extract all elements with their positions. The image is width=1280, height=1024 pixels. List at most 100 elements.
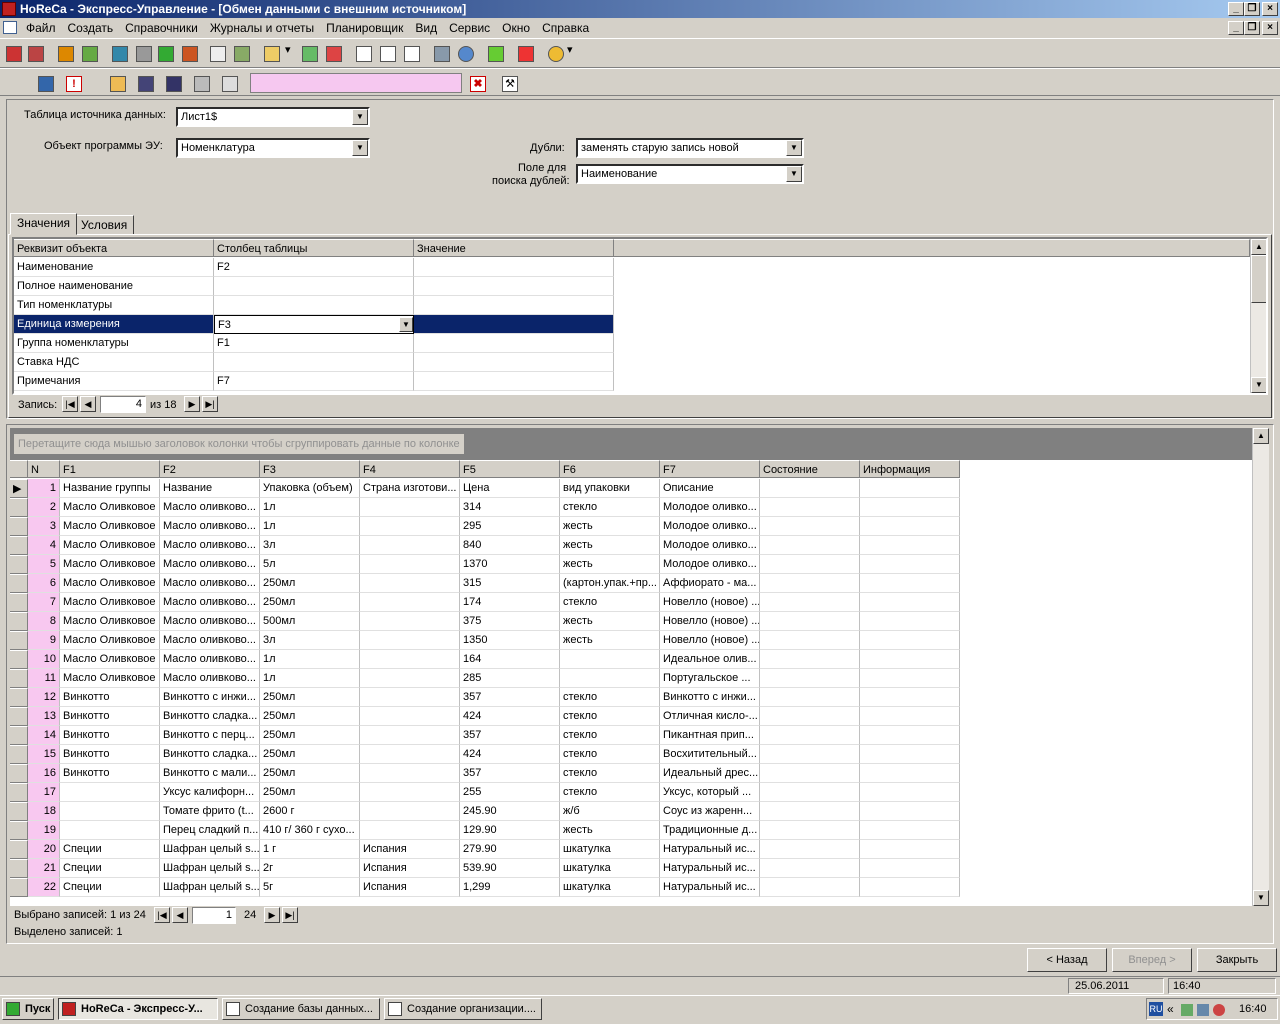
table-cell[interactable]: 539.90 <box>460 859 560 878</box>
chevron-down-icon[interactable]: ▼ <box>786 140 802 156</box>
table-cell[interactable]: 1л <box>260 517 360 536</box>
table-cell[interactable]: Масло Оливковое <box>60 498 160 517</box>
table-cell[interactable] <box>860 878 960 897</box>
table-cell[interactable]: 250мл <box>260 764 360 783</box>
menu-view[interactable]: Вид <box>409 18 443 38</box>
table-cell[interactable]: 250мл <box>260 783 360 802</box>
table-cell[interactable] <box>860 479 960 498</box>
table-cell[interactable]: Испания <box>360 840 460 859</box>
prev-record-icon[interactable]: ◀ <box>80 396 96 412</box>
shield-icon[interactable] <box>1213 1004 1225 1016</box>
table-cell[interactable]: шкатулка <box>560 840 660 859</box>
row-indicator[interactable] <box>10 707 28 726</box>
mapping-cell[interactable]: Тип номенклатуры <box>14 296 214 315</box>
table-cell[interactable] <box>860 555 960 574</box>
table-cell[interactable]: 250мл <box>260 574 360 593</box>
mapping-cell[interactable]: F7 <box>214 372 414 391</box>
table-cell[interactable]: Масло Оливковое <box>60 669 160 688</box>
table-cell[interactable] <box>360 612 460 631</box>
next-page-icon[interactable]: ▶ <box>264 907 280 923</box>
table-cell[interactable] <box>360 821 460 840</box>
row-number[interactable]: 5 <box>28 555 60 574</box>
mapping-cell[interactable] <box>414 353 614 372</box>
first-record-icon[interactable]: |◀ <box>62 396 78 412</box>
row-number[interactable]: 1 <box>28 479 60 498</box>
row-indicator[interactable] <box>10 650 28 669</box>
object-select[interactable]: Номенклатура ▼ <box>176 138 370 158</box>
table-cell[interactable]: 1л <box>260 669 360 688</box>
table-cell[interactable] <box>860 745 960 764</box>
row-number[interactable]: 4 <box>28 536 60 555</box>
menu-file[interactable]: Файл <box>20 18 62 38</box>
source-table-select[interactable]: Лист1$ ▼ <box>176 107 370 127</box>
table-cell[interactable]: Упаковка (объем) <box>260 479 360 498</box>
mapping-cell[interactable]: Ставка НДС <box>14 353 214 372</box>
table-cell[interactable]: 250мл <box>260 745 360 764</box>
table-cell[interactable]: 3л <box>260 631 360 650</box>
row-number[interactable]: 3 <box>28 517 60 536</box>
print-icon[interactable] <box>190 72 212 94</box>
excel-icon[interactable] <box>154 42 176 64</box>
row-indicator[interactable] <box>10 802 28 821</box>
table-cell[interactable]: 5л <box>260 555 360 574</box>
table-cell[interactable]: Новелло (новое) ... <box>660 631 760 650</box>
table-cell[interactable]: 410 г/ 360 г сухо... <box>260 821 360 840</box>
row-indicator[interactable] <box>10 669 28 688</box>
group-panel[interactable]: Перетащите сюда мышью заголовок колонки … <box>10 428 1252 460</box>
group-icon[interactable] <box>78 42 100 64</box>
report-ch-icon[interactable] <box>376 42 398 64</box>
table-cell[interactable]: Натуральный ис... <box>660 840 760 859</box>
table-cell[interactable]: Масло оливково... <box>160 593 260 612</box>
table-cell[interactable]: Винкотто <box>60 688 160 707</box>
restore-button[interactable]: ❐ <box>1244 2 1260 16</box>
column-header[interactable]: F5 <box>460 460 560 478</box>
table-cell[interactable]: жесть <box>560 555 660 574</box>
chevron-down-icon[interactable]: ▼ <box>352 109 368 125</box>
table-cell[interactable]: 164 <box>460 650 560 669</box>
scroll-down-icon[interactable]: ▼ <box>1251 377 1266 393</box>
row-indicator[interactable] <box>10 878 28 897</box>
chevron-down-icon[interactable]: ▼ <box>786 166 802 182</box>
table-cell[interactable]: стекло <box>560 707 660 726</box>
table-cell[interactable]: жесть <box>560 517 660 536</box>
table-cell[interactable]: 500мл <box>260 612 360 631</box>
clock-icon[interactable] <box>544 42 566 64</box>
table-cell[interactable]: Масло оливково... <box>160 650 260 669</box>
mapping-cell[interactable] <box>414 372 614 391</box>
table-cell[interactable] <box>860 840 960 859</box>
scroll-thumb[interactable] <box>1251 255 1266 303</box>
open-folder-icon[interactable] <box>106 72 128 94</box>
table-cell[interactable]: вид упаковки <box>560 479 660 498</box>
table-cell[interactable] <box>360 726 460 745</box>
mapping-scrollbar[interactable]: ▲ ▼ <box>1250 239 1266 393</box>
table-cell[interactable] <box>760 726 860 745</box>
table-cell[interactable]: Масло оливково... <box>160 669 260 688</box>
table-cell[interactable]: Натуральный ис... <box>660 878 760 897</box>
table-cell[interactable]: Масло оливково... <box>160 498 260 517</box>
row-number[interactable]: 12 <box>28 688 60 707</box>
row-indicator[interactable] <box>10 555 28 574</box>
chart-icon[interactable] <box>230 42 252 64</box>
table-cell[interactable]: Масло оливково... <box>160 631 260 650</box>
table-cell[interactable] <box>60 802 160 821</box>
table-cell[interactable]: Масло Оливковое <box>60 536 160 555</box>
table-cell[interactable]: Шафран целый s... <box>160 859 260 878</box>
table-cell[interactable]: Молодое оливко... <box>660 555 760 574</box>
row-indicator[interactable] <box>10 764 28 783</box>
table-cell[interactable] <box>860 859 960 878</box>
mapping-cell[interactable]: F1 <box>214 334 414 353</box>
table-cell[interactable] <box>860 498 960 517</box>
table-cell[interactable]: стекло <box>560 498 660 517</box>
table-cell[interactable]: 357 <box>460 726 560 745</box>
mapping-cell[interactable] <box>214 353 414 372</box>
table-cell[interactable] <box>860 669 960 688</box>
doc-restore-button[interactable]: ❐ <box>1244 21 1260 35</box>
row-number[interactable]: 17 <box>28 783 60 802</box>
table-cell[interactable] <box>760 840 860 859</box>
table-cell[interactable] <box>360 669 460 688</box>
table-cell[interactable]: Название <box>160 479 260 498</box>
table-cell[interactable]: Молодое оливко... <box>660 517 760 536</box>
table-cell[interactable]: Соус из жаренн... <box>660 802 760 821</box>
column-header[interactable]: N <box>28 460 60 478</box>
table-cell[interactable]: Шафран целый s... <box>160 840 260 859</box>
